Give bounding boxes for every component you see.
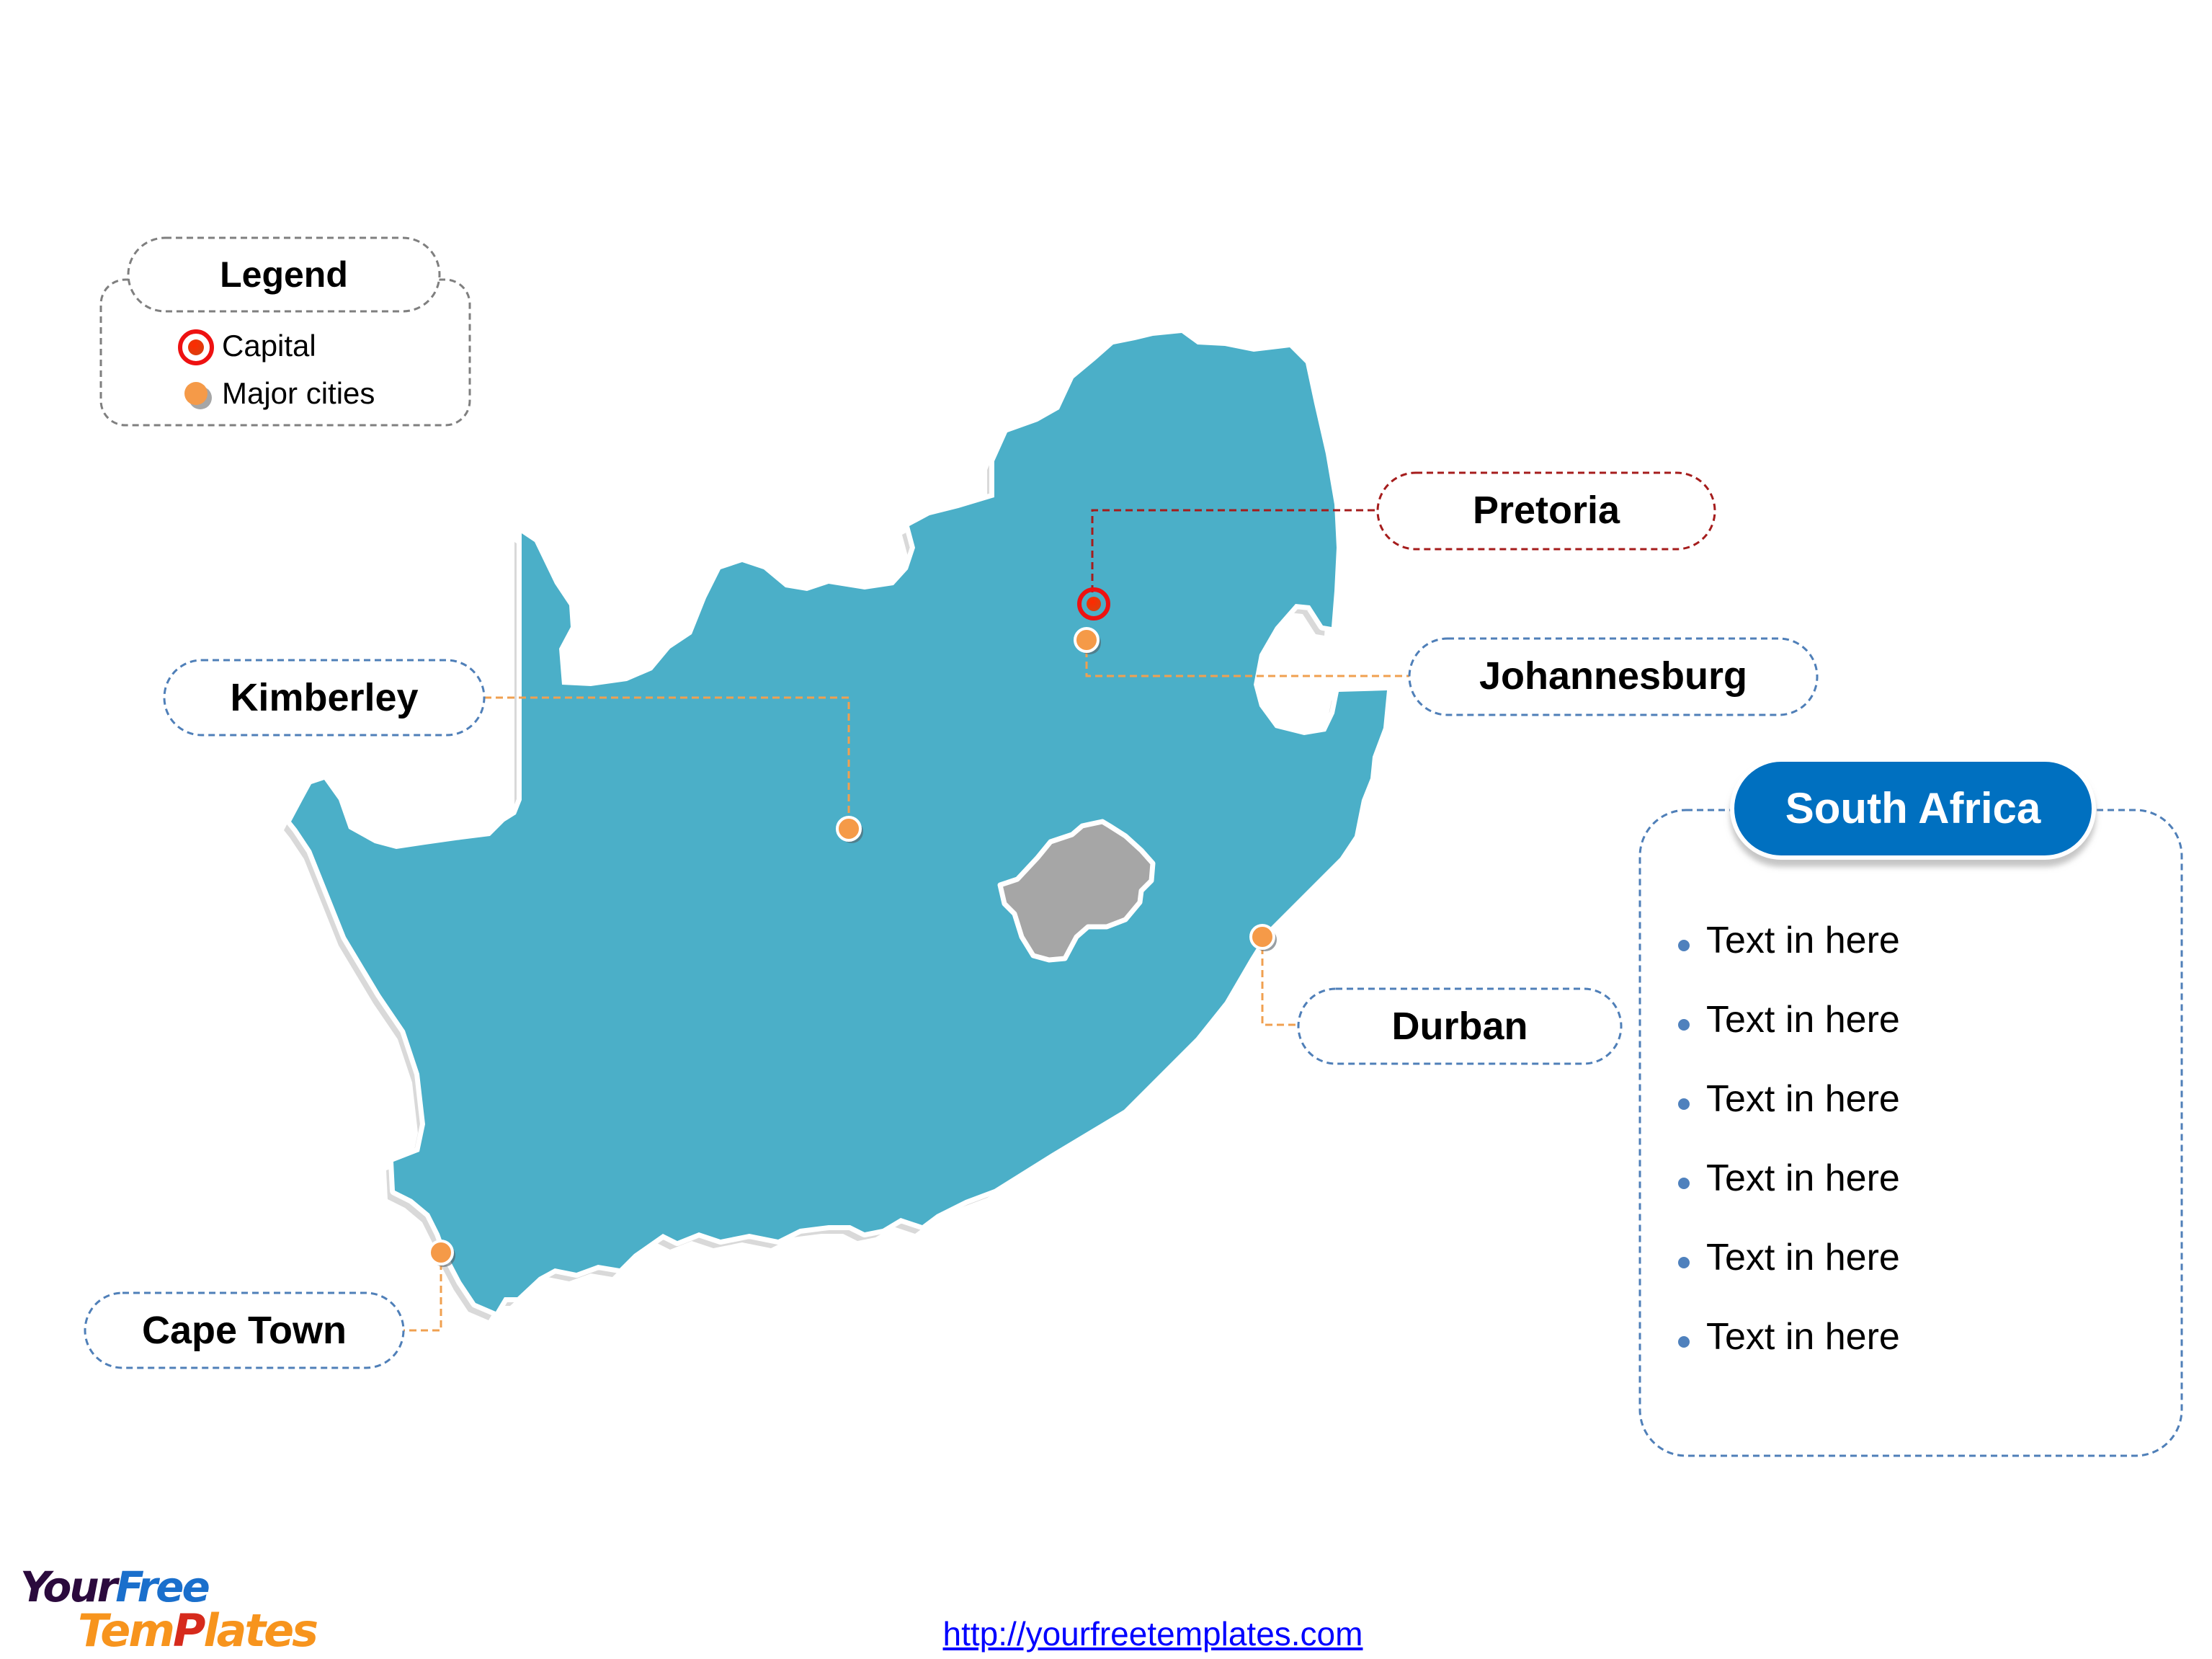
info-bullet-item: Text in here [1678, 1237, 1900, 1278]
bullet-dot-icon [1678, 1178, 1690, 1189]
legend-title: Legend [220, 254, 348, 295]
website-link[interactable]: http://yourfreetemplates.com [922, 1614, 1383, 1653]
info-bullet-text: Text in here [1706, 920, 1900, 961]
info-bullet-text: Text in here [1706, 1237, 1900, 1278]
label-johannesburg-text: Johannesburg [1479, 654, 1747, 698]
bullet-dot-icon [1678, 1098, 1690, 1110]
label-cape-town[interactable]: Cape Town [84, 1291, 405, 1369]
logo-word-tem: Tem [78, 1604, 175, 1657]
info-bullet-item: Text in here [1678, 1078, 1900, 1120]
info-bullet-text: Text in here [1706, 999, 1900, 1041]
powerpoint-p-icon: P [172, 1604, 205, 1657]
label-pretoria-text: Pretoria [1473, 489, 1620, 532]
label-cape-town-text: Cape Town [142, 1309, 347, 1352]
info-panel-box [1638, 809, 2183, 1457]
label-pretoria[interactable]: Pretoria [1376, 471, 1716, 551]
bullet-dot-icon [1678, 1019, 1690, 1031]
info-panel: South Africa Text in here Text in here T… [1638, 757, 2183, 1457]
south-africa-map [284, 328, 1392, 1320]
label-kimberley[interactable]: Kimberley [163, 659, 486, 737]
map-canvas: Pretoria Johannesburg Kimberley Durban C… [84, 236, 2183, 1457]
info-bullet-text: Text in here [1706, 1316, 1900, 1358]
legend-label-major-cities: Major cities [222, 376, 375, 410]
logo-line-2: TemPlates [78, 1604, 318, 1657]
bullet-dot-icon [1678, 1257, 1690, 1268]
yourfreetemplates-logo[interactable]: YourFree TemPlates [20, 1562, 318, 1657]
legend: Legend Capital Major cities [99, 236, 471, 427]
info-bullet-item: Text in here [1678, 1316, 1900, 1358]
label-durban-text: Durban [1392, 1005, 1528, 1048]
info-panel-title: South Africa [1785, 784, 2041, 832]
bullet-dot-icon [1678, 940, 1690, 951]
label-durban[interactable]: Durban [1297, 987, 1623, 1065]
info-bullet-item: Text in here [1678, 999, 1900, 1041]
info-bullet-item: Text in here [1678, 920, 1900, 961]
cape-town-connector [403, 1263, 442, 1332]
info-bullet-text: Text in here [1706, 1157, 1900, 1199]
info-bullet-item: Text in here [1678, 1157, 1900, 1199]
label-kimberley-text: Kimberley [230, 676, 418, 719]
logo-word-lates: lates [203, 1604, 318, 1657]
bullet-dot-icon [1678, 1336, 1690, 1348]
legend-label-capital: Capital [222, 329, 316, 363]
durban-connector [1261, 947, 1298, 1026]
label-johannesburg[interactable]: Johannesburg [1408, 637, 1819, 716]
info-bullet-text: Text in here [1706, 1078, 1900, 1120]
